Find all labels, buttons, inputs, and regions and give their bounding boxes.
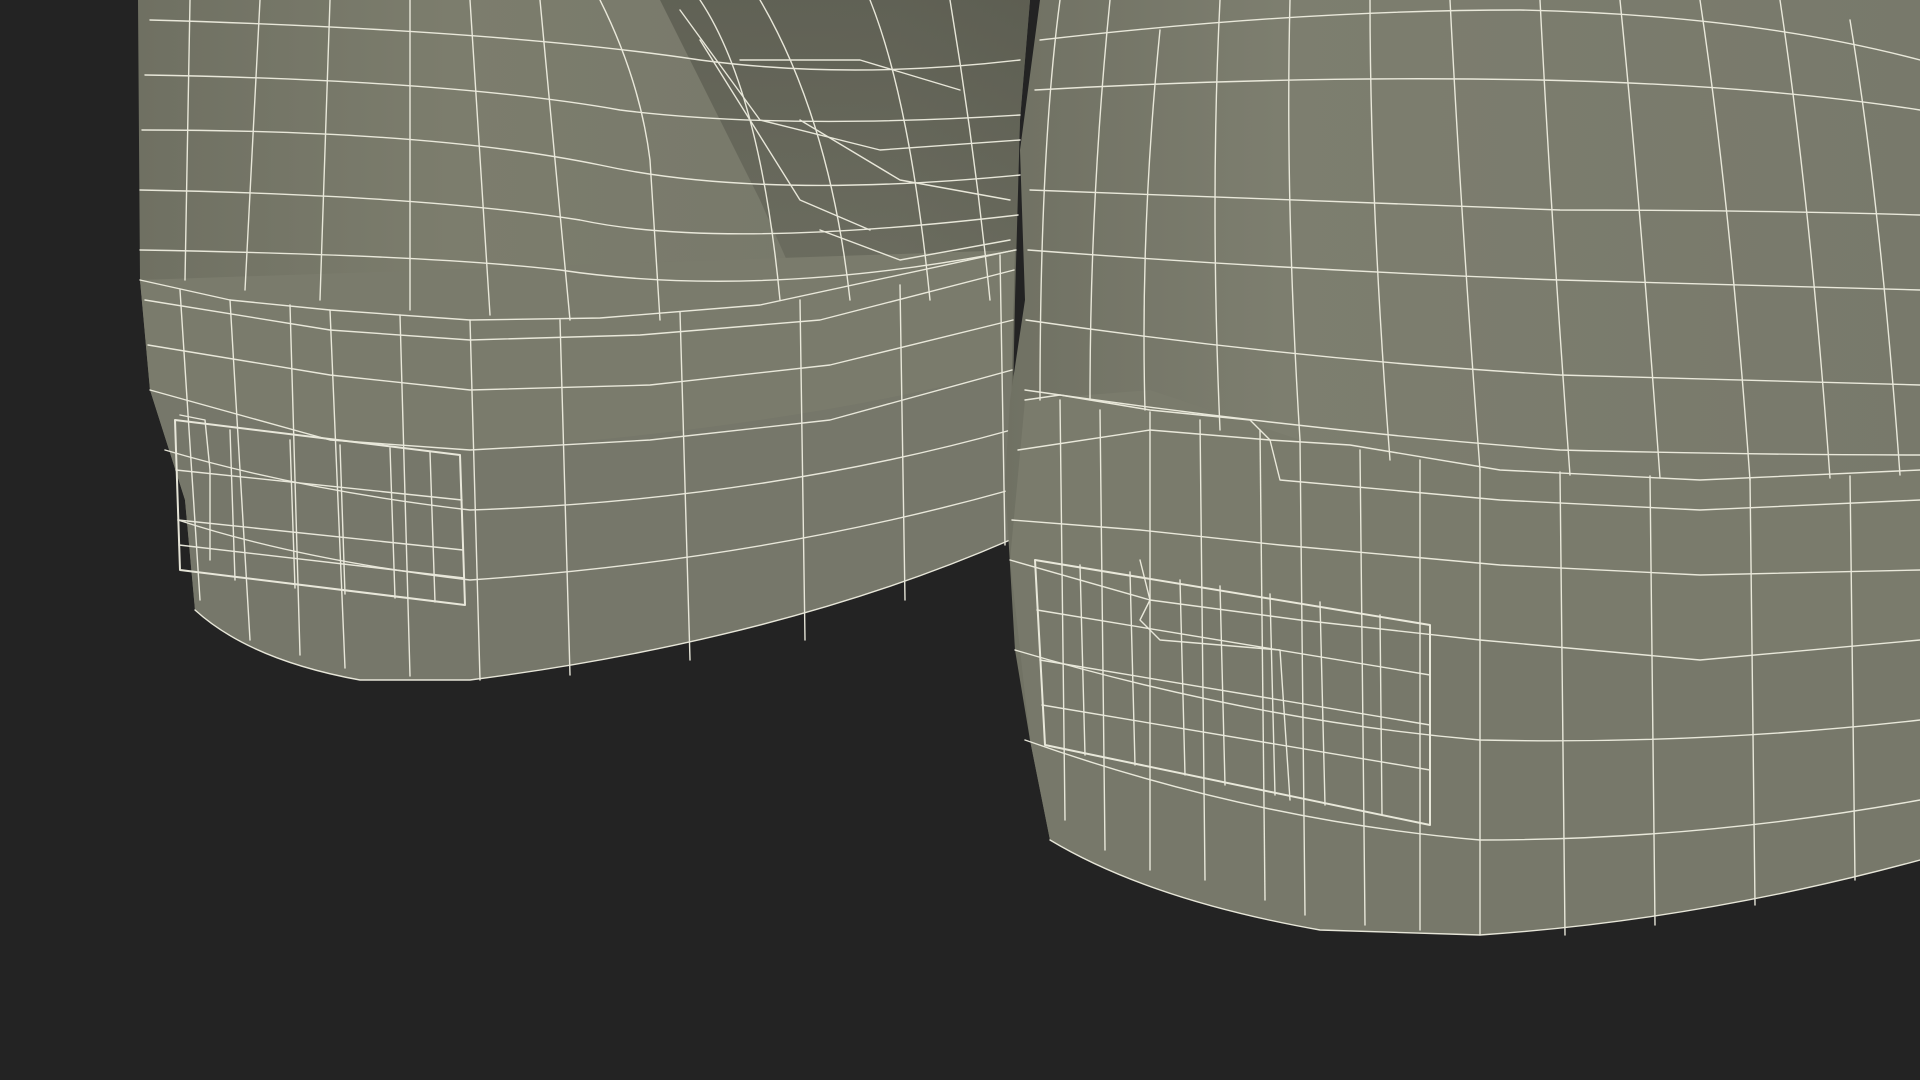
render-viewport [0, 0, 1920, 1080]
left-shorts-leg-mesh [138, 0, 1030, 681]
right-shorts-leg-mesh [1005, 0, 1920, 936]
wireframe-render [138, 0, 1920, 936]
